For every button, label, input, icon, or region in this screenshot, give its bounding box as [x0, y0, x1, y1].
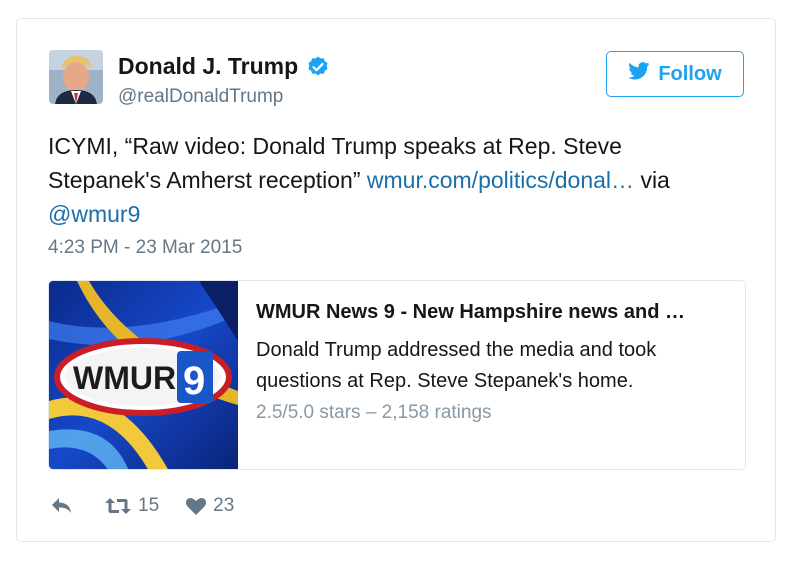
avatar[interactable] — [49, 50, 103, 104]
user-name-row: Donald J. Trump — [118, 53, 330, 80]
retweet-icon — [104, 496, 132, 516]
like-button[interactable]: 23 — [185, 495, 234, 517]
like-count: 23 — [213, 495, 235, 516]
tweet-text: ICYMI, “Raw video: Donald Trump speaks a… — [48, 129, 738, 231]
follow-label: Follow — [658, 62, 722, 85]
card-rating: 2.5/5.0 stars – 2,158 ratings — [256, 402, 492, 423]
card-image: WMUR 9 — [49, 281, 238, 469]
card-logo-number: 9 — [183, 359, 205, 403]
retweet-count: 15 — [138, 495, 160, 516]
card-logo-text: WMUR — [73, 360, 176, 396]
follow-button[interactable]: Follow — [606, 51, 744, 97]
verified-badge-icon — [306, 55, 330, 79]
tweet-actions: 15 23 — [50, 495, 234, 517]
tweet-timestamp[interactable]: 4:23 PM - 23 Mar 2015 — [48, 237, 242, 259]
tweet-card: Donald J. Trump @realDonaldTrump Follow … — [16, 18, 776, 542]
card-title: WMUR News 9 - New Hampshire news and … — [256, 301, 685, 323]
reply-button[interactable] — [50, 496, 74, 516]
tweet-link[interactable]: wmur.com/politics/donal… — [367, 167, 634, 193]
heart-icon — [185, 496, 207, 516]
card-description: Donald Trump addressed the media and too… — [256, 339, 657, 392]
user-name[interactable]: Donald J. Trump — [118, 53, 298, 80]
user-handle[interactable]: @realDonaldTrump — [118, 86, 283, 108]
mention-link[interactable]: @wmur9 — [48, 201, 140, 227]
retweet-button[interactable]: 15 — [104, 495, 159, 517]
twitter-bird-icon — [628, 62, 658, 86]
reply-icon — [50, 496, 74, 516]
tweet-via: via — [640, 167, 670, 193]
link-preview-card[interactable]: WMUR 9 WMUR News 9 - New Hampshire news … — [48, 280, 746, 470]
